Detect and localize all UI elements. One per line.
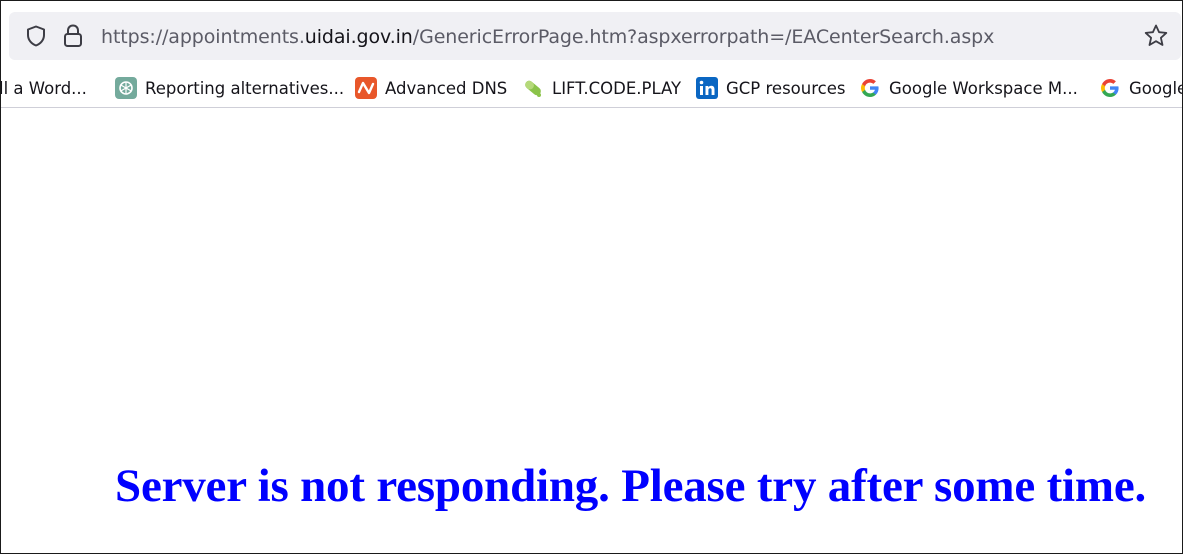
openai-icon [115, 77, 137, 99]
browser-window: https://appointments.uidai.gov.in/Generi… [0, 0, 1183, 554]
url-path: /GenericErrorPage.htm?aspxerrorpath=/EAC… [412, 26, 995, 48]
server-error-message: Server is not responding. Please try aft… [115, 460, 1147, 512]
google-icon [1101, 79, 1119, 97]
linkedin-icon [696, 77, 718, 99]
google-icon [861, 79, 879, 97]
tracking-protection-shield-icon[interactable] [24, 24, 48, 48]
bookmark-item[interactable]: Advanced DNS [355, 76, 507, 100]
url-domain: uidai.gov.in [304, 26, 413, 48]
pill-icon [525, 80, 541, 97]
url-prefix: https://appointments. [101, 26, 305, 48]
bookmark-item[interactable]: ll a Word... [1, 76, 87, 100]
bookmark-star-icon[interactable] [1143, 23, 1169, 49]
address-bar[interactable]: https://appointments.uidai.gov.in/Generi… [9, 12, 1181, 60]
bookmarks-toolbar: ll a Word... Reporting alternatives... A… [1, 69, 1182, 108]
bookmark-item[interactable]: Google Workspace M... [859, 76, 1078, 100]
bookmark-label: Google [1129, 78, 1182, 98]
bookmark-item[interactable]: LIFT.CODE.PLAY [522, 76, 681, 100]
url-text[interactable]: https://appointments.uidai.gov.in/Generi… [101, 25, 994, 49]
bookmark-label: Reporting alternatives... [145, 78, 345, 98]
namecheap-icon [355, 77, 377, 99]
lock-icon[interactable] [61, 23, 85, 49]
bookmark-label: ll a Word... [1, 78, 87, 98]
bookmark-label: Google Workspace M... [889, 78, 1078, 98]
bookmark-label: GCP resources [726, 78, 846, 98]
bookmark-item[interactable]: Google [1099, 76, 1182, 100]
bookmark-item[interactable]: Reporting alternatives... [115, 76, 344, 100]
bookmark-label: Advanced DNS [385, 78, 508, 98]
bookmark-item[interactable]: GCP resources [696, 76, 845, 100]
bookmark-label: LIFT.CODE.PLAY [552, 78, 682, 98]
